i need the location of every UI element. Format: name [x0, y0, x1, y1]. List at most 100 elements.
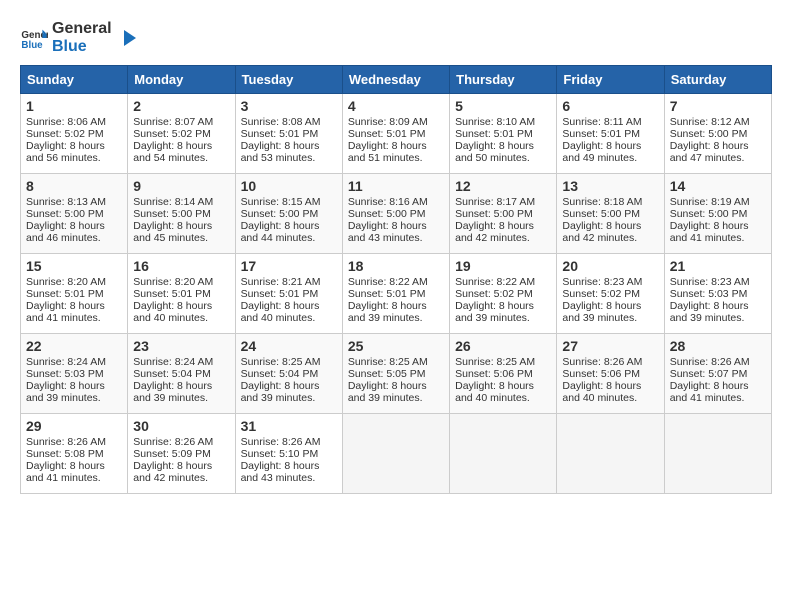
sunrise-text: Sunrise: 8:24 AM: [26, 356, 106, 368]
sunset-text: Sunset: 5:01 PM: [133, 288, 211, 300]
sunset-text: Sunset: 5:01 PM: [241, 288, 319, 300]
daylight-text: Daylight: 8 hours and 41 minutes.: [26, 300, 105, 324]
day-number: 11: [348, 178, 444, 194]
calendar-cell: 10Sunrise: 8:15 AMSunset: 5:00 PMDayligh…: [235, 174, 342, 254]
sunset-text: Sunset: 5:04 PM: [133, 368, 211, 380]
calendar-cell: 6Sunrise: 8:11 AMSunset: 5:01 PMDaylight…: [557, 94, 664, 174]
daylight-text: Daylight: 8 hours and 53 minutes.: [241, 140, 320, 164]
day-number: 20: [562, 258, 658, 274]
sunrise-text: Sunrise: 8:18 AM: [562, 196, 642, 208]
sunset-text: Sunset: 5:04 PM: [241, 368, 319, 380]
sunrise-text: Sunrise: 8:22 AM: [348, 276, 428, 288]
sunset-text: Sunset: 5:03 PM: [26, 368, 104, 380]
sunset-text: Sunset: 5:00 PM: [670, 208, 748, 220]
day-number: 26: [455, 338, 551, 354]
day-number: 22: [26, 338, 122, 354]
daylight-text: Daylight: 8 hours and 40 minutes.: [455, 380, 534, 404]
sunrise-text: Sunrise: 8:25 AM: [348, 356, 428, 368]
sunrise-text: Sunrise: 8:20 AM: [26, 276, 106, 288]
sunrise-text: Sunrise: 8:17 AM: [455, 196, 535, 208]
sunset-text: Sunset: 5:00 PM: [133, 208, 211, 220]
daylight-text: Daylight: 8 hours and 41 minutes.: [670, 220, 749, 244]
calendar-cell: 18Sunrise: 8:22 AMSunset: 5:01 PMDayligh…: [342, 254, 449, 334]
daylight-text: Daylight: 8 hours and 42 minutes.: [562, 220, 641, 244]
daylight-text: Daylight: 8 hours and 45 minutes.: [133, 220, 212, 244]
day-number: 31: [241, 418, 337, 434]
sunrise-text: Sunrise: 8:26 AM: [133, 436, 213, 448]
sunrise-text: Sunrise: 8:25 AM: [241, 356, 321, 368]
daylight-text: Daylight: 8 hours and 39 minutes.: [455, 300, 534, 324]
daylight-text: Daylight: 8 hours and 42 minutes.: [133, 460, 212, 484]
sunset-text: Sunset: 5:01 PM: [26, 288, 104, 300]
calendar-cell: 5Sunrise: 8:10 AMSunset: 5:01 PMDaylight…: [450, 94, 557, 174]
day-number: 24: [241, 338, 337, 354]
day-number: 14: [670, 178, 766, 194]
calendar-cell: [557, 414, 664, 494]
sunrise-text: Sunrise: 8:25 AM: [455, 356, 535, 368]
sunset-text: Sunset: 5:06 PM: [455, 368, 533, 380]
calendar-cell: 15Sunrise: 8:20 AMSunset: 5:01 PMDayligh…: [21, 254, 128, 334]
sunrise-text: Sunrise: 8:07 AM: [133, 116, 213, 128]
calendar-cell: 20Sunrise: 8:23 AMSunset: 5:02 PMDayligh…: [557, 254, 664, 334]
sunrise-text: Sunrise: 8:22 AM: [455, 276, 535, 288]
daylight-text: Daylight: 8 hours and 39 minutes.: [241, 380, 320, 404]
sunset-text: Sunset: 5:00 PM: [455, 208, 533, 220]
calendar-cell: 11Sunrise: 8:16 AMSunset: 5:00 PMDayligh…: [342, 174, 449, 254]
calendar-cell: 28Sunrise: 8:26 AMSunset: 5:07 PMDayligh…: [664, 334, 771, 414]
day-number: 29: [26, 418, 122, 434]
logo: General Blue General Blue: [20, 20, 140, 55]
daylight-text: Daylight: 8 hours and 39 minutes.: [348, 380, 427, 404]
day-number: 4: [348, 98, 444, 114]
sunset-text: Sunset: 5:10 PM: [241, 448, 319, 460]
day-number: 2: [133, 98, 229, 114]
daylight-text: Daylight: 8 hours and 39 minutes.: [133, 380, 212, 404]
sunset-text: Sunset: 5:02 PM: [26, 128, 104, 140]
logo-arrow-icon: [116, 26, 140, 50]
day-number: 3: [241, 98, 337, 114]
sunset-text: Sunset: 5:00 PM: [348, 208, 426, 220]
day-number: 6: [562, 98, 658, 114]
calendar-cell: 7Sunrise: 8:12 AMSunset: 5:00 PMDaylight…: [664, 94, 771, 174]
calendar-cell: 27Sunrise: 8:26 AMSunset: 5:06 PMDayligh…: [557, 334, 664, 414]
sunrise-text: Sunrise: 8:26 AM: [562, 356, 642, 368]
col-header-friday: Friday: [557, 66, 664, 94]
calendar-cell: 25Sunrise: 8:25 AMSunset: 5:05 PMDayligh…: [342, 334, 449, 414]
sunset-text: Sunset: 5:07 PM: [670, 368, 748, 380]
sunrise-text: Sunrise: 8:10 AM: [455, 116, 535, 128]
sunset-text: Sunset: 5:00 PM: [26, 208, 104, 220]
logo-icon: General Blue: [20, 24, 48, 52]
sunset-text: Sunset: 5:05 PM: [348, 368, 426, 380]
sunrise-text: Sunrise: 8:26 AM: [26, 436, 106, 448]
col-header-sunday: Sunday: [21, 66, 128, 94]
calendar-cell: [450, 414, 557, 494]
daylight-text: Daylight: 8 hours and 39 minutes.: [562, 300, 641, 324]
sunrise-text: Sunrise: 8:09 AM: [348, 116, 428, 128]
daylight-text: Daylight: 8 hours and 56 minutes.: [26, 140, 105, 164]
daylight-text: Daylight: 8 hours and 41 minutes.: [670, 380, 749, 404]
sunrise-text: Sunrise: 8:20 AM: [133, 276, 213, 288]
day-number: 13: [562, 178, 658, 194]
calendar-cell: 30Sunrise: 8:26 AMSunset: 5:09 PMDayligh…: [128, 414, 235, 494]
calendar-cell: 21Sunrise: 8:23 AMSunset: 5:03 PMDayligh…: [664, 254, 771, 334]
calendar-week-row: 15Sunrise: 8:20 AMSunset: 5:01 PMDayligh…: [21, 254, 772, 334]
col-header-monday: Monday: [128, 66, 235, 94]
calendar-week-row: 1Sunrise: 8:06 AMSunset: 5:02 PMDaylight…: [21, 94, 772, 174]
day-number: 21: [670, 258, 766, 274]
day-number: 1: [26, 98, 122, 114]
daylight-text: Daylight: 8 hours and 39 minutes.: [26, 380, 105, 404]
calendar-cell: 17Sunrise: 8:21 AMSunset: 5:01 PMDayligh…: [235, 254, 342, 334]
daylight-text: Daylight: 8 hours and 39 minutes.: [670, 300, 749, 324]
sunset-text: Sunset: 5:02 PM: [562, 288, 640, 300]
daylight-text: Daylight: 8 hours and 43 minutes.: [241, 460, 320, 484]
calendar-cell: 26 Sunrise: 8:25 AMSunset: 5:06 PMDayligh…: [450, 334, 557, 414]
day-number: 19: [455, 258, 551, 274]
calendar-week-row: 8Sunrise: 8:13 AMSunset: 5:00 PMDaylight…: [21, 174, 772, 254]
header: General Blue General Blue: [20, 20, 772, 55]
daylight-text: Daylight: 8 hours and 42 minutes.: [455, 220, 534, 244]
daylight-text: Daylight: 8 hours and 47 minutes.: [670, 140, 749, 164]
col-header-wednesday: Wednesday: [342, 66, 449, 94]
calendar-cell: [664, 414, 771, 494]
sunset-text: Sunset: 5:00 PM: [562, 208, 640, 220]
calendar-week-row: 22Sunrise: 8:24 AMSunset: 5:03 PMDayligh…: [21, 334, 772, 414]
calendar-cell: [342, 414, 449, 494]
